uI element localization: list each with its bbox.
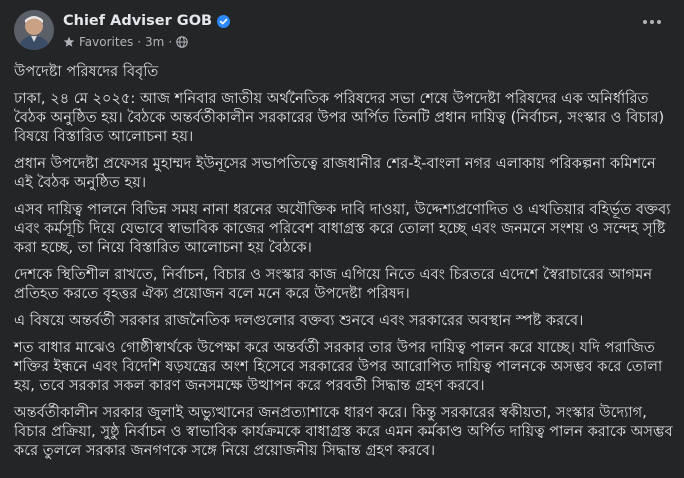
- post-paragraph: প্রধান উপদেষ্টা প্রফেসর মুহাম্মদ ইউনূসের…: [14, 155, 656, 191]
- author-avatar[interactable]: [14, 10, 54, 50]
- globe-icon: [176, 36, 188, 48]
- post-meta: Favorites · 3m ·: [63, 35, 188, 49]
- star-icon: [63, 36, 75, 48]
- post-paragraph: অন্তর্বর্তীকালীন সরকার জুলাই অভ্যুত্থানে…: [14, 404, 673, 459]
- post-timestamp[interactable]: 3m: [145, 35, 164, 49]
- post-header: Chief Adviser GOB Favorites · 3m ·: [14, 10, 670, 54]
- post-paragraph: এসব দায়িত্ব পালনে বিভিন্ন সময় নানা ধরন…: [14, 201, 671, 256]
- post-paragraph: ঢাকা, ২৪ মে ২০২৫: আজ শনিবার জাতীয় অর্থন…: [14, 90, 665, 145]
- more-options-icon[interactable]: [640, 10, 664, 34]
- avatar-photo: [14, 10, 54, 50]
- meta-separator: ·: [137, 35, 142, 49]
- post-paragraph: শত বাধার মাঝেও গোষ্ঠীস্বার্থকে উপেক্ষা ক…: [14, 339, 663, 394]
- author-name-label[interactable]: Chief Adviser GOB: [63, 13, 212, 29]
- meta-separator: ·: [168, 35, 173, 49]
- facebook-post: Chief Adviser GOB Favorites · 3m · উপদেষ…: [0, 0, 684, 478]
- post-paragraph: এ বিষয়ে অন্তর্বর্তী সরকার রাজনৈতিক দলগু…: [14, 312, 584, 329]
- author-name[interactable]: Chief Adviser GOB: [63, 13, 231, 29]
- post-paragraph: উপদেষ্টা পরিষদের বিবৃতি: [14, 63, 159, 80]
- post-body: উপদেষ্টা পরিষদের বিবৃতি ঢাকা, ২৪ মে ২০২৫…: [14, 62, 674, 468]
- verified-badge-icon: [217, 14, 231, 28]
- post-paragraph: দেশকে স্থিতিশীল রাখতে, নির্বাচন, বিচার ও…: [14, 266, 653, 302]
- feed-label[interactable]: Favorites: [79, 35, 133, 49]
